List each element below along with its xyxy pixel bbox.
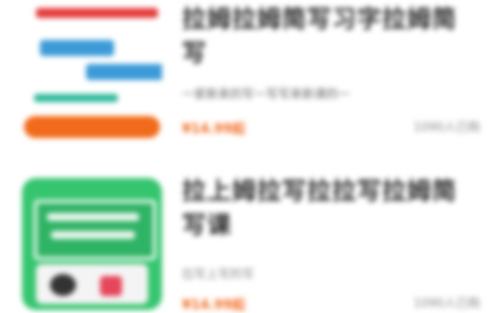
thumbnail-line <box>51 231 135 239</box>
course-thumbnail[interactable] <box>22 0 162 140</box>
course-title[interactable]: 拉上姆拉写拉拉写拉姆简写课 <box>182 174 472 242</box>
thumbnail-frame <box>34 200 156 260</box>
thumbnail-strip <box>34 94 118 102</box>
thumbnail-title-blocks <box>40 40 162 82</box>
course-feed: 拉姆拉姆简写习字拉姆简写 一家新来的写一写写来新课的一 ¥14.99起 1090… <box>0 0 500 313</box>
course-thumbnail[interactable] <box>22 178 162 310</box>
course-card[interactable]: 拉姆拉姆简写习字拉姆简写 一家新来的写一写写来新课的一 ¥14.99起 1090… <box>0 0 500 150</box>
thumbnail-line <box>47 213 139 221</box>
course-subtitle: 拉写上写的写 <box>182 267 255 281</box>
thumbnail-pill <box>24 116 160 138</box>
course-price: ¥14.99起 <box>182 298 246 313</box>
course-card[interactable]: 拉上姆拉写拉拉写拉姆简写课 拉写上写的写 ¥14.99起 1090人已购 <box>0 172 500 313</box>
thumbnail-block <box>40 40 114 56</box>
course-meta: 1090人已购 <box>413 120 480 134</box>
thumbnail-banner <box>36 8 158 18</box>
thumbnail-block <box>86 64 162 80</box>
panda-icon <box>50 274 76 296</box>
course-meta: 1090人已购 <box>413 296 480 310</box>
book-icon <box>100 276 122 296</box>
course-title[interactable]: 拉姆拉姆简写习字拉姆简写 <box>182 2 472 70</box>
course-subtitle: 一家新来的写一写写来新课的一 <box>182 87 351 101</box>
course-price: ¥14.99起 <box>182 122 246 137</box>
thumbnail-panel <box>36 264 148 304</box>
